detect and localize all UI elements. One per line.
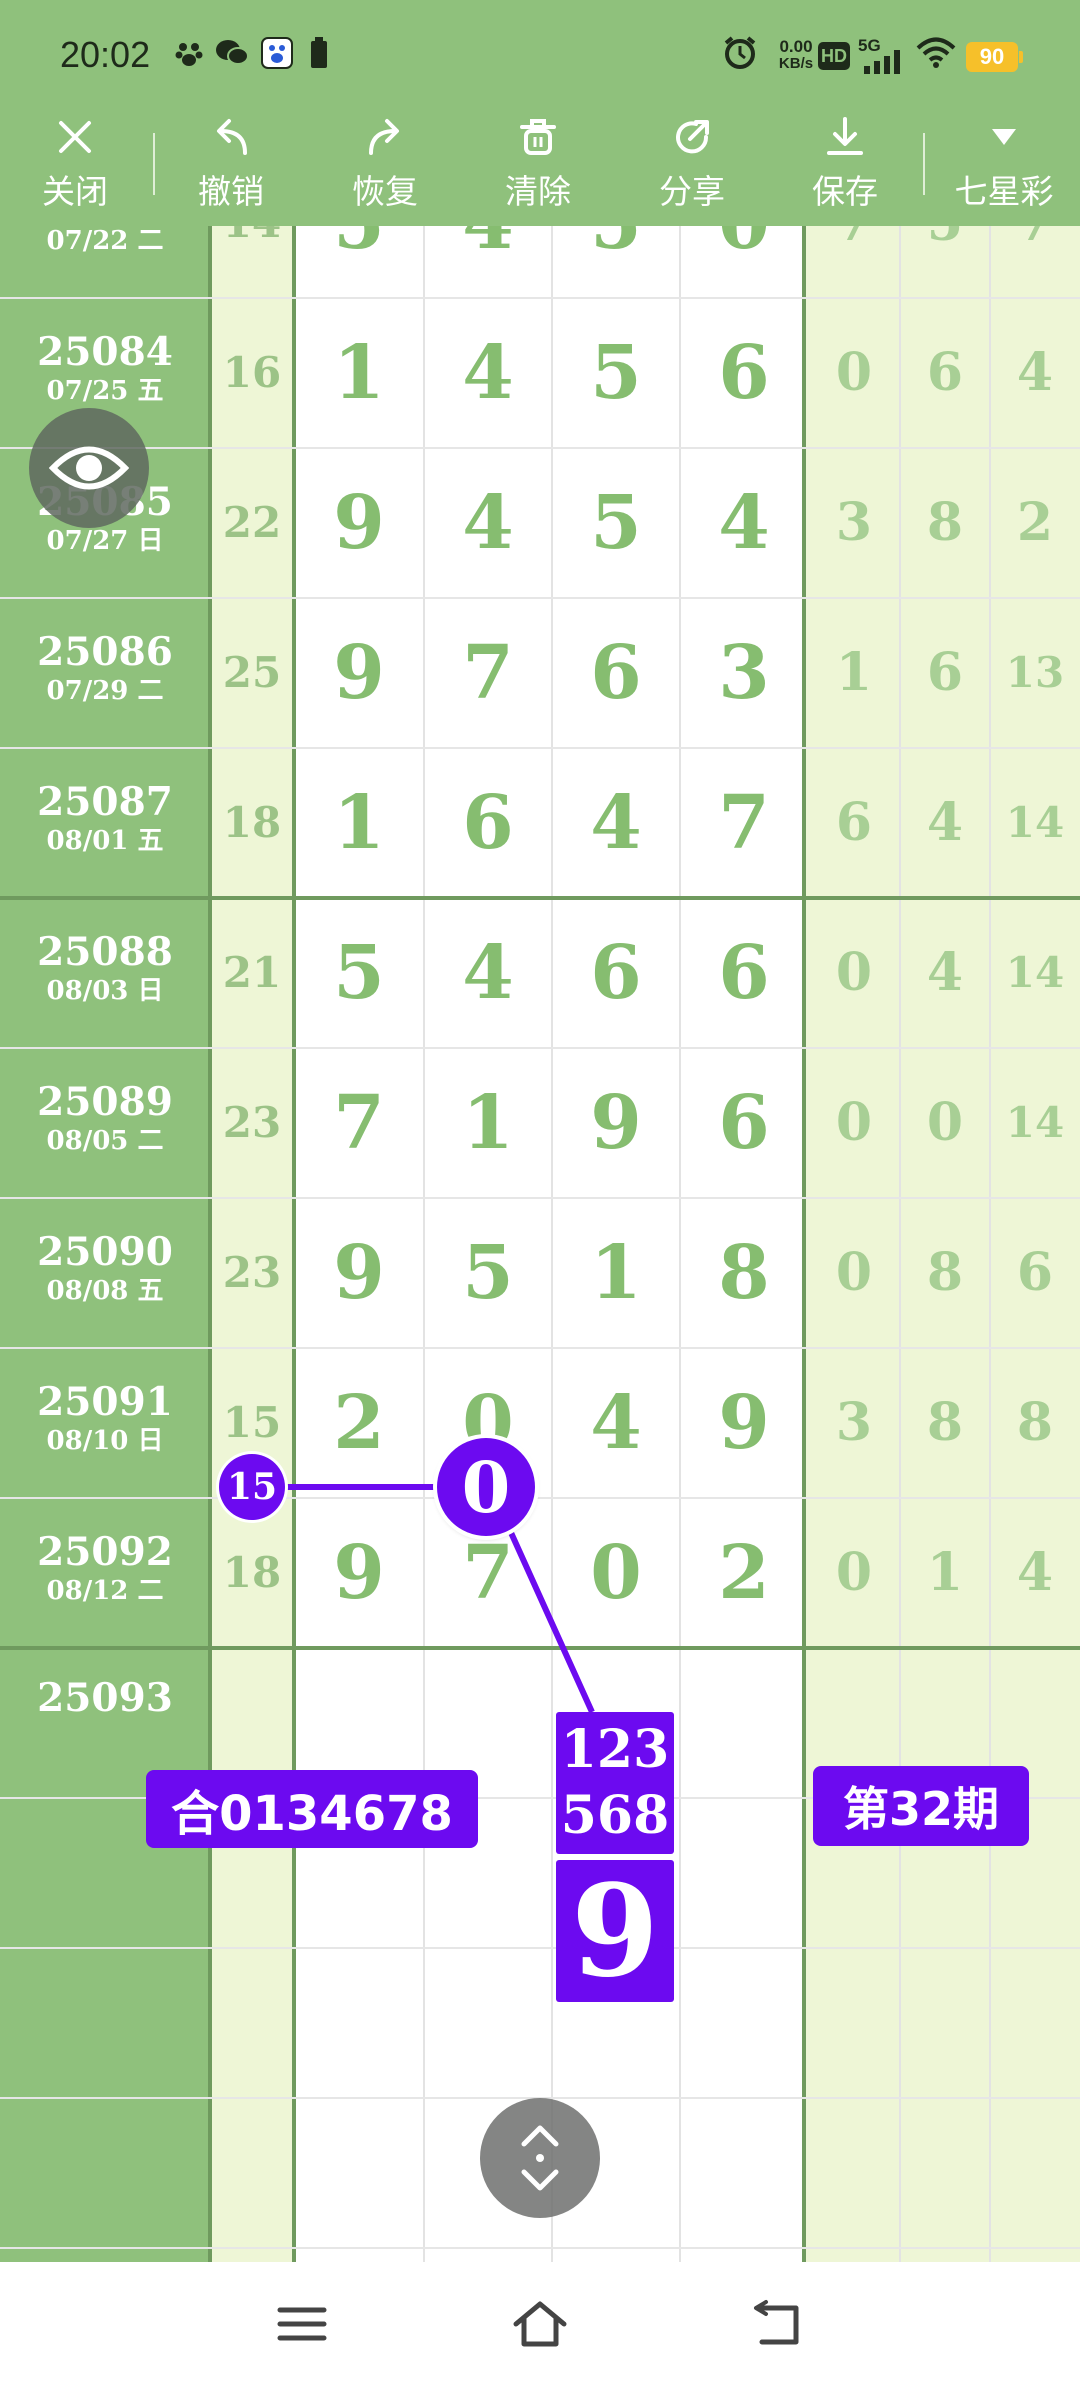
menu-icon[interactable] — [276, 2298, 328, 2350]
alarm-icon — [722, 36, 758, 70]
net-speed-unit: KB/s — [778, 55, 814, 72]
close-button[interactable]: 关闭 — [20, 103, 130, 226]
wifi-icon — [914, 36, 958, 70]
navigation-bar — [0, 2262, 1080, 2388]
save-button[interactable]: 保存 — [790, 103, 900, 226]
lottery-type-dropdown[interactable]: 七星彩 — [942, 103, 1066, 226]
circled-digit[interactable]: 0 — [437, 1438, 535, 1536]
save-label: 保存 — [812, 172, 878, 211]
trend-line — [505, 1524, 595, 1714]
undo-label: 撤销 — [198, 172, 264, 211]
undo-button[interactable]: 撤销 — [176, 103, 286, 226]
pick-digit[interactable]: 9 — [556, 1857, 674, 2005]
toolbar-separator — [153, 133, 155, 195]
clear-label: 清除 — [505, 172, 571, 211]
battery-small-icon — [308, 36, 330, 70]
baidu-icon — [260, 36, 294, 70]
share-label: 分享 — [659, 172, 725, 211]
download-icon — [827, 117, 863, 155]
trash-icon — [520, 119, 556, 155]
undo-icon — [217, 119, 247, 155]
eye-icon — [49, 446, 129, 490]
period-label[interactable]: 第32期 — [813, 1766, 1029, 1846]
home-icon[interactable] — [512, 2298, 568, 2350]
triangle-down-icon — [992, 129, 1016, 145]
clear-button[interactable]: 清除 — [483, 103, 593, 226]
redo-label: 恢复 — [352, 172, 418, 211]
candidates-line2: 568 — [560, 1785, 670, 1846]
net-speed-value: 0.00 — [779, 37, 813, 56]
candidates-box[interactable]: 123 568 — [556, 1712, 674, 1854]
battery-level: 90 — [979, 44, 1005, 69]
redo-button[interactable]: 恢复 — [330, 103, 440, 226]
lottery-type-label: 七星彩 — [954, 172, 1054, 211]
close-label: 关闭 — [42, 172, 108, 211]
status-bar: 20:02 0.00 KB/s HD 5G 90 — [0, 0, 1080, 103]
paw-icon — [172, 36, 206, 70]
share-button[interactable]: 分享 — [637, 103, 747, 226]
circled-sum[interactable]: 15 — [219, 1454, 285, 1520]
candidates-line1: 123 — [560, 1719, 670, 1780]
wechat-icon — [214, 36, 250, 70]
combo-label[interactable]: 合0134678 — [146, 1770, 478, 1848]
status-time: 20:02 — [60, 34, 151, 75]
eye-toggle-button[interactable] — [29, 408, 149, 528]
trend-lines — [252, 1484, 595, 1714]
toolbar-separator — [923, 133, 925, 195]
hd-icon: HD — [818, 42, 850, 70]
scroll-toggle-icon — [521, 2125, 559, 2191]
battery-icon: 90 — [966, 42, 1018, 72]
scroll-toggle-button[interactable] — [480, 2098, 600, 2218]
close-icon — [59, 121, 91, 153]
share-icon — [676, 120, 709, 154]
battery-tip — [1019, 51, 1023, 63]
back-icon[interactable] — [752, 2298, 804, 2350]
toolbar: 关闭 撤销 恢复 清除 分享 保存 七星彩 — [0, 103, 1080, 226]
redo-icon — [369, 119, 399, 155]
signal-icon: 5G — [858, 36, 906, 76]
trend-grid[interactable]: 2508307/22 二1454507572508407/25 五1614560… — [0, 226, 1080, 2262]
